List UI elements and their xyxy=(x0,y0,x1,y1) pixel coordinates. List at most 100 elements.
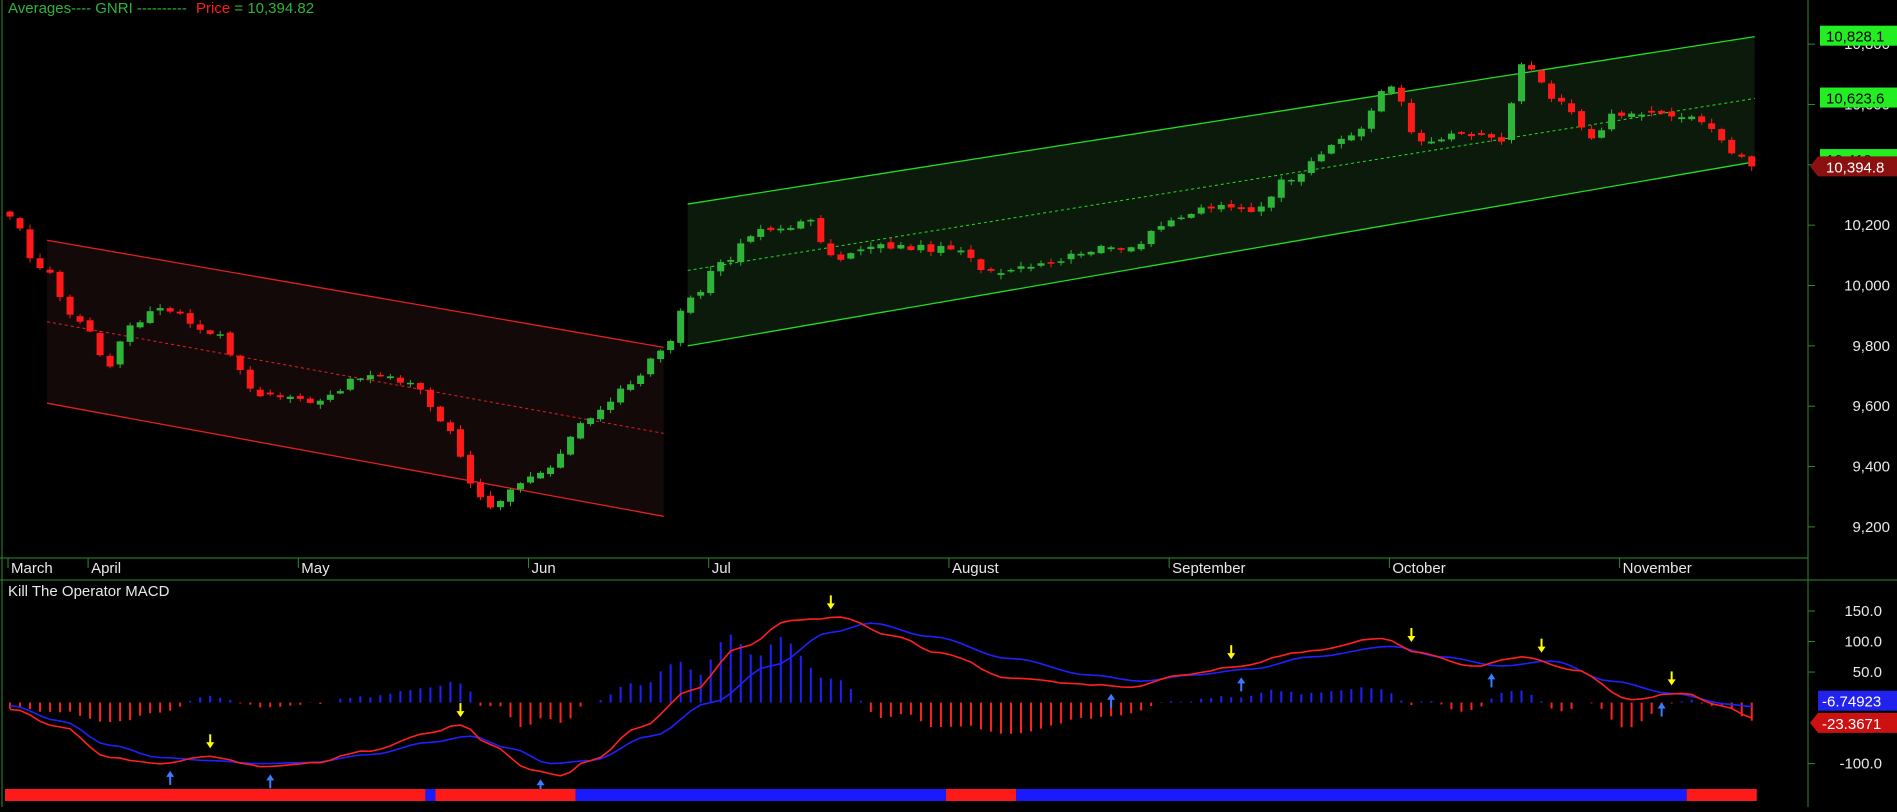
candle-body xyxy=(1558,97,1566,102)
candle-body xyxy=(1387,86,1395,93)
candle-body xyxy=(196,324,204,330)
candle-body xyxy=(607,401,615,410)
candle-body xyxy=(476,482,484,498)
candle-body xyxy=(947,245,955,250)
candle-body xyxy=(1568,103,1576,113)
candle-body xyxy=(1287,179,1295,182)
candle-body xyxy=(1067,253,1075,260)
candle-body xyxy=(486,495,494,508)
macd-tick-label: -100.0 xyxy=(1839,756,1882,773)
candle-body xyxy=(667,340,675,351)
candle-body xyxy=(1227,204,1235,208)
candle-body xyxy=(426,389,434,407)
month-label: November xyxy=(1623,560,1692,577)
candle-body xyxy=(1217,204,1225,210)
badge-label: 10,394.8 xyxy=(1826,159,1884,176)
candle-body xyxy=(1708,123,1716,129)
candle-body xyxy=(1658,110,1666,114)
candle-body xyxy=(1117,248,1125,250)
strip-segment xyxy=(1686,789,1757,801)
candle-body xyxy=(597,409,605,420)
candle-body xyxy=(1608,113,1616,130)
candle-body xyxy=(1367,110,1375,129)
candle-body xyxy=(1538,70,1546,83)
candle-body xyxy=(276,395,284,398)
candle-body xyxy=(777,228,785,231)
candle-body xyxy=(1337,138,1345,144)
candle-body xyxy=(1397,87,1405,102)
candle-body xyxy=(1497,137,1505,142)
candle-body xyxy=(76,316,84,322)
macd-signal-strip xyxy=(5,789,1757,801)
candle-body xyxy=(326,394,334,400)
candle-body xyxy=(1588,129,1596,139)
candle-body xyxy=(1728,139,1736,154)
badge-label: 10,828.1 xyxy=(1826,29,1884,46)
candle-body xyxy=(697,292,705,296)
candle-body xyxy=(557,453,565,468)
candle-body xyxy=(1518,64,1526,102)
strip-segment xyxy=(575,789,946,801)
candle-body xyxy=(1407,102,1415,133)
month-label: Jul xyxy=(712,560,731,577)
candle-body xyxy=(977,259,985,271)
candle-body xyxy=(446,422,454,431)
candle-body xyxy=(1207,206,1215,209)
candle-body xyxy=(797,221,805,229)
candle-body xyxy=(1127,247,1135,252)
header-prefix: Averages---- GNRI ---------- xyxy=(8,0,187,17)
candle-body xyxy=(1638,114,1646,117)
candle-body xyxy=(1047,262,1055,264)
candle-body xyxy=(1417,132,1425,142)
candle-body xyxy=(406,382,414,385)
macd-tick-label: 100.0 xyxy=(1844,634,1882,651)
candle-body xyxy=(266,392,274,395)
candle-body xyxy=(967,249,975,258)
candle-body xyxy=(1107,247,1115,250)
candle-body xyxy=(236,355,244,371)
candle-body xyxy=(897,244,905,249)
candle-body xyxy=(1137,243,1145,250)
candle-body xyxy=(346,378,354,390)
strip-segment xyxy=(1016,789,1687,801)
price-tick-label: 10,200 xyxy=(1844,217,1890,234)
candle-body xyxy=(16,218,24,229)
candle-body xyxy=(1477,133,1485,135)
candle-body xyxy=(1347,135,1355,141)
candle-body xyxy=(617,388,625,403)
candle-body xyxy=(1467,133,1475,137)
candle-body xyxy=(587,418,595,425)
candle-body xyxy=(1357,128,1365,137)
price-tick-label: 9,800 xyxy=(1852,338,1890,355)
candle-body xyxy=(517,483,525,490)
month-label: March xyxy=(11,560,53,577)
candle-body xyxy=(907,246,915,250)
candle-body xyxy=(1688,116,1696,120)
candle-body xyxy=(116,341,124,365)
candle-body xyxy=(206,330,214,334)
candle-body xyxy=(937,246,945,253)
candle-body xyxy=(376,374,384,377)
candle-body xyxy=(807,219,815,222)
candle-body xyxy=(106,355,114,367)
header-price-label: Price xyxy=(196,0,230,17)
candle-body xyxy=(56,271,64,297)
candle-body xyxy=(527,476,535,483)
candle-body xyxy=(957,250,965,253)
candle-body xyxy=(1077,253,1085,256)
candle-body xyxy=(6,211,14,217)
candle-body xyxy=(366,375,374,380)
candle-body xyxy=(1037,263,1045,266)
candle-body xyxy=(537,472,545,479)
candle-body xyxy=(1628,113,1636,118)
candle-body xyxy=(687,297,695,313)
candle-body xyxy=(1197,207,1205,214)
candle-body xyxy=(66,296,74,315)
candle-body xyxy=(1157,226,1165,230)
candle-body xyxy=(336,391,344,394)
month-label: August xyxy=(952,560,1000,577)
candle-body xyxy=(286,396,294,399)
candle-body xyxy=(166,308,174,312)
candle-body xyxy=(1237,207,1245,210)
candle-body xyxy=(416,383,424,390)
